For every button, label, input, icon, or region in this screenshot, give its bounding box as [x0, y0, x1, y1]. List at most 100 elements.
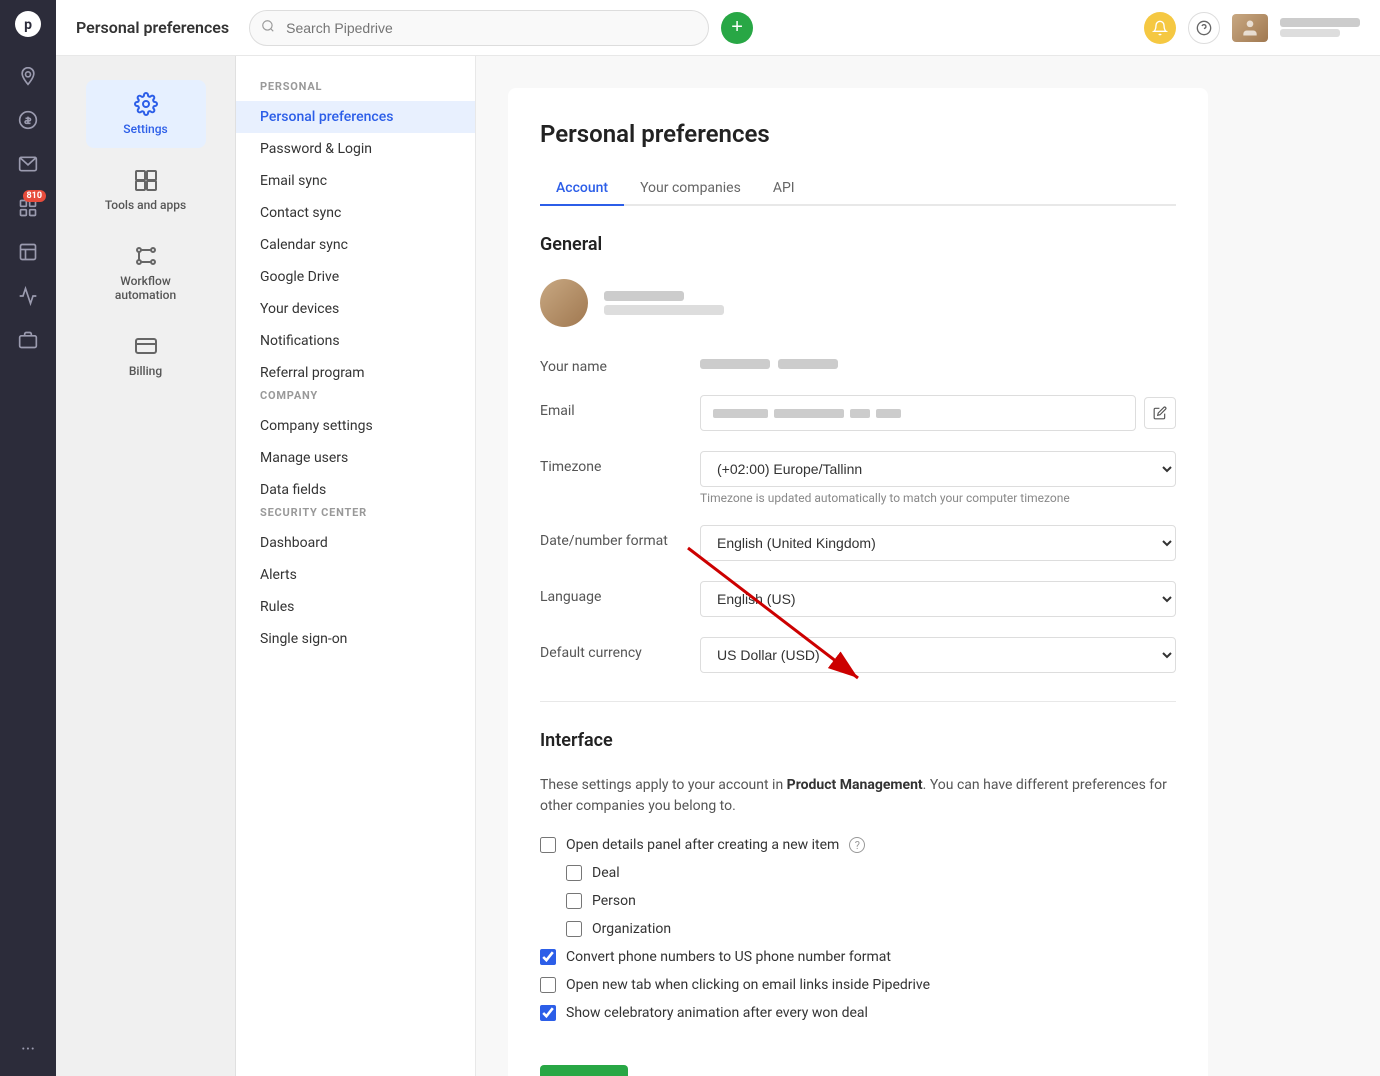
checkbox-celebratory-label: Show celebratory animation after every w…: [566, 1005, 868, 1021]
settings-nav-item-tools[interactable]: Tools and apps: [86, 156, 206, 224]
user-avatar[interactable]: [1232, 14, 1268, 42]
company-section: COMPANY Company settings Manage users Da…: [236, 389, 475, 506]
nav-referral-program[interactable]: Referral program: [236, 357, 475, 389]
interface-section-title: Interface: [540, 730, 1176, 751]
user-name-blur: [1280, 18, 1360, 27]
search-input[interactable]: [249, 10, 709, 46]
profile-blur-1: [604, 291, 684, 301]
page-title: Personal preferences: [540, 120, 1176, 148]
checkbox-deal-label: Deal: [592, 865, 620, 881]
search-bar: [249, 10, 709, 46]
nav-contact-sync[interactable]: Contact sync: [236, 197, 475, 229]
nav-item-trends[interactable]: [8, 276, 48, 316]
date-format-row: Date/number format English (United Kingd…: [540, 525, 1176, 561]
nav-item-reports[interactable]: [8, 232, 48, 272]
nav-personal-preferences[interactable]: Personal preferences: [236, 101, 475, 133]
middle-navigation: PERSONAL Personal preferences Password &…: [236, 56, 476, 1076]
nav-rules[interactable]: Rules: [236, 591, 475, 623]
interface-company-name: Product Management: [787, 777, 923, 793]
settings-nav-item-workflow[interactable]: Workflow automation: [86, 232, 206, 314]
email-blur-2: [774, 409, 844, 418]
your-name-value: [700, 351, 1176, 369]
general-section-title: General: [540, 234, 1176, 255]
checkbox-celebratory-row: Show celebratory animation after every w…: [540, 1005, 1176, 1021]
checkbox-person-row: Person: [566, 893, 1176, 909]
checkbox-open-tab-row: Open new tab when clicking on email link…: [540, 977, 1176, 993]
security-section: SECURITY CENTER Dashboard Alerts Rules S…: [236, 506, 475, 655]
your-name-label: Your name: [540, 351, 700, 375]
nav-item-briefcase[interactable]: [8, 320, 48, 360]
nav-more-dots[interactable]: ···: [21, 1039, 35, 1060]
currency-select[interactable]: US Dollar (USD): [700, 637, 1176, 673]
currency-value: US Dollar (USD): [700, 637, 1176, 673]
checkbox-convert-phone-label: Convert phone numbers to US phone number…: [566, 949, 891, 965]
language-value: English (US): [700, 581, 1176, 617]
nav-company-settings[interactable]: Company settings: [236, 410, 475, 442]
email-edit-button[interactable]: [1144, 397, 1176, 429]
date-format-label: Date/number format: [540, 525, 700, 549]
nav-dashboard[interactable]: Dashboard: [236, 527, 475, 559]
email-input-wrap: [700, 395, 1176, 431]
checkbox-open-tab[interactable]: [540, 977, 556, 993]
company-section-label: COMPANY: [236, 389, 475, 402]
nav-single-sign-on[interactable]: Single sign-on: [236, 623, 475, 655]
email-blur-1: [713, 409, 768, 418]
timezone-label: Timezone: [540, 451, 700, 475]
nav-alerts[interactable]: Alerts: [236, 559, 475, 591]
date-format-value: English (United Kingdom): [700, 525, 1176, 561]
currency-label: Default currency: [540, 637, 700, 661]
nav-item-location[interactable]: [8, 56, 48, 96]
notifications-icon-btn[interactable]: [1144, 12, 1176, 44]
name-blur-1: [700, 359, 770, 369]
user-profile-avatar: [540, 279, 588, 327]
nav-password-login[interactable]: Password & Login: [236, 133, 475, 165]
nav-data-fields[interactable]: Data fields: [236, 474, 475, 506]
settings-item-label: Settings: [123, 122, 167, 136]
settings-sidebar: Settings Tools and apps Workfl: [56, 56, 236, 1076]
checkbox-open-details-row: Open details panel after creating a new …: [540, 837, 1176, 853]
your-name-row: Your name: [540, 351, 1176, 375]
nav-manage-users[interactable]: Manage users: [236, 442, 475, 474]
checkbox-deal[interactable]: [566, 865, 582, 881]
profile-blur-2: [604, 305, 724, 315]
help-icon[interactable]: ?: [849, 837, 865, 853]
nav-calendar-sync[interactable]: Calendar sync: [236, 229, 475, 261]
name-blur-2: [778, 359, 838, 369]
checkbox-celebratory[interactable]: [540, 1005, 556, 1021]
email-value: [700, 395, 1176, 431]
tab-api[interactable]: API: [757, 172, 811, 206]
tab-account[interactable]: Account: [540, 172, 624, 206]
add-button[interactable]: +: [721, 12, 753, 44]
user-name-block: [1280, 18, 1360, 37]
nav-your-devices[interactable]: Your devices: [236, 293, 475, 325]
sub-checkboxes-group: Deal Person Organization: [566, 865, 1176, 937]
currency-row: Default currency US Dollar (USD): [540, 637, 1176, 673]
nav-notifications[interactable]: Notifications: [236, 325, 475, 357]
help-icon-btn[interactable]: [1188, 12, 1220, 44]
billing-item-label: Billing: [129, 364, 162, 378]
settings-nav-item-settings[interactable]: Settings: [86, 80, 206, 148]
timezone-value: (+02:00) Europe/Tallinn Timezone is upda…: [700, 451, 1176, 505]
timezone-note: Timezone is updated automatically to mat…: [700, 491, 1176, 505]
save-button[interactable]: Save: [540, 1065, 628, 1076]
email-blur-4: [876, 409, 901, 418]
checkbox-open-details[interactable]: [540, 837, 556, 853]
nav-item-dollar[interactable]: [8, 100, 48, 140]
settings-nav-item-billing[interactable]: Billing: [86, 322, 206, 390]
nav-item-email[interactable]: [8, 144, 48, 184]
profile-row: [540, 279, 1176, 327]
date-format-select[interactable]: English (United Kingdom): [700, 525, 1176, 561]
workflow-item-label: Workflow automation: [98, 274, 194, 302]
content-wrapper: Personal preferences Account Your compan…: [508, 88, 1348, 1076]
timezone-select[interactable]: (+02:00) Europe/Tallinn: [700, 451, 1176, 487]
nav-email-sync[interactable]: Email sync: [236, 165, 475, 197]
checkbox-person[interactable]: [566, 893, 582, 909]
language-select[interactable]: English (US): [700, 581, 1176, 617]
nav-item-workflow[interactable]: 810: [8, 188, 48, 228]
tab-your-companies[interactable]: Your companies: [624, 172, 757, 206]
checkbox-convert-phone[interactable]: [540, 949, 556, 965]
nav-google-drive[interactable]: Google Drive: [236, 261, 475, 293]
tabs-bar: Account Your companies API: [540, 172, 1176, 206]
checkbox-open-details-label: Open details panel after creating a new …: [566, 837, 839, 853]
checkbox-organization[interactable]: [566, 921, 582, 937]
